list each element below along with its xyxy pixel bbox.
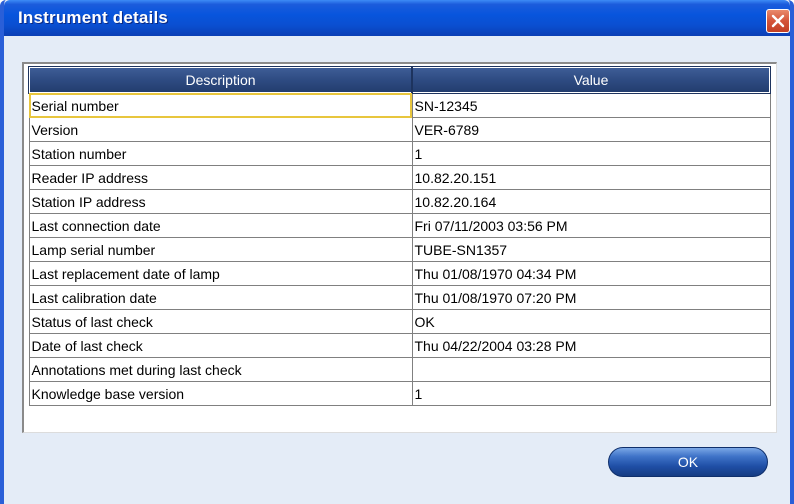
title-bar[interactable]: Instrument details [4, 0, 790, 36]
table-row[interactable]: Last calibration date Thu 01/08/1970 07:… [28, 285, 771, 310]
table-row[interactable]: Annotations met during last check [28, 357, 771, 382]
row-value[interactable]: 1 [411, 381, 771, 406]
row-description[interactable]: Last replacement date of lamp [28, 261, 413, 286]
dialog-title: Instrument details [18, 8, 169, 27]
table-row[interactable]: Version VER-6789 [28, 117, 771, 142]
table-row[interactable]: Station number 1 [28, 141, 771, 166]
row-value[interactable]: Thu 01/08/1970 07:20 PM [411, 285, 771, 310]
table-row[interactable]: Status of last check OK [28, 309, 771, 334]
row-description[interactable]: Station IP address [28, 189, 413, 214]
row-description[interactable]: Date of last check [28, 333, 413, 358]
row-description[interactable]: Status of last check [28, 309, 413, 334]
details-table-frame: Description Value Serial number SN-12345… [22, 62, 777, 433]
row-description[interactable]: Annotations met during last check [28, 357, 413, 382]
row-description[interactable]: Knowledge base version [28, 381, 413, 406]
row-description[interactable]: Lamp serial number [28, 237, 413, 262]
column-header-description[interactable]: Description [28, 66, 413, 94]
table-header-row: Description Value [28, 66, 771, 94]
row-value[interactable]: 1 [411, 141, 771, 166]
close-button[interactable] [766, 9, 790, 33]
row-value[interactable]: 10.82.20.151 [411, 165, 771, 190]
row-value[interactable]: 10.82.20.164 [411, 189, 771, 214]
instrument-details-dialog: Instrument details Description Value Ser… [0, 0, 794, 504]
table-row[interactable]: Lamp serial number TUBE-SN1357 [28, 237, 771, 262]
table-row[interactable]: Last connection date Fri 07/11/2003 03:5… [28, 213, 771, 238]
table-row[interactable]: Date of last check Thu 04/22/2004 03:28 … [28, 333, 771, 358]
row-description[interactable]: Last connection date [28, 213, 413, 238]
column-header-value[interactable]: Value [411, 66, 771, 94]
row-value[interactable]: TUBE-SN1357 [411, 237, 771, 262]
row-value[interactable] [411, 357, 771, 382]
table-row[interactable]: Station IP address 10.82.20.164 [28, 189, 771, 214]
row-description[interactable]: Serial number [28, 92, 413, 118]
close-icon [771, 14, 785, 28]
table-row[interactable]: Reader IP address 10.82.20.151 [28, 165, 771, 190]
row-value[interactable]: VER-6789 [411, 117, 771, 142]
row-description[interactable]: Version [28, 117, 413, 142]
table-row[interactable]: Last replacement date of lamp Thu 01/08/… [28, 261, 771, 286]
ok-button[interactable]: OK [608, 447, 768, 477]
row-description[interactable]: Reader IP address [28, 165, 413, 190]
row-value[interactable]: SN-12345 [411, 92, 771, 118]
row-description[interactable]: Last calibration date [28, 285, 413, 310]
table-row[interactable]: Knowledge base version 1 [28, 381, 771, 406]
row-value[interactable]: Thu 01/08/1970 04:34 PM [411, 261, 771, 286]
details-table: Description Value Serial number SN-12345… [28, 66, 771, 406]
row-value[interactable]: OK [411, 309, 771, 334]
table-row[interactable]: Serial number SN-12345 [28, 92, 771, 118]
row-value[interactable]: Fri 07/11/2003 03:56 PM [411, 213, 771, 238]
row-description[interactable]: Station number [28, 141, 413, 166]
row-value[interactable]: Thu 04/22/2004 03:28 PM [411, 333, 771, 358]
